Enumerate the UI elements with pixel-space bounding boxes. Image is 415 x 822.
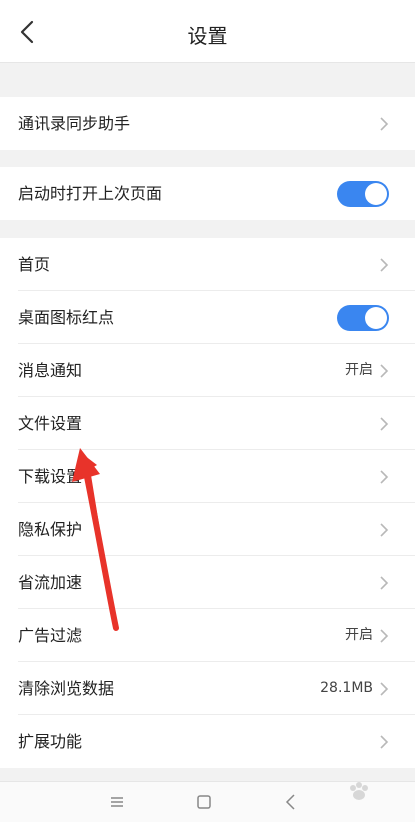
setting-label: 首页 [18,255,51,274]
setting-label: 通讯录同步助手 [18,114,131,133]
setting-label: 广告过滤 [18,626,83,645]
page-title: 设置 [187,24,228,48]
setting-value: 开启 [345,627,373,643]
setting-row-open-last-page[interactable]: 启动时打开上次页面 [0,167,415,220]
setting-row-privacy[interactable]: 隐私保护 [0,503,415,556]
settings-group-main: 首页 桌面图标红点 消息通知 开启 文件设置 下载设置 隐私保护 省流加速 广告… [0,238,415,768]
settings-group-sync: 通讯录同步助手 [0,97,415,150]
chevron-right-icon [380,364,389,378]
chevron-right-icon [380,470,389,484]
setting-label: 扩展功能 [18,732,83,751]
menu-icon[interactable] [105,790,129,814]
setting-row-data-saver[interactable]: 省流加速 [0,556,415,609]
setting-row-download-settings[interactable]: 下载设置 [0,450,415,503]
setting-label: 文件设置 [18,414,83,433]
home-square-icon[interactable] [192,790,216,814]
header-bar: 设置 [0,0,415,63]
open-last-page-toggle[interactable] [337,181,389,207]
setting-row-extensions[interactable]: 扩展功能 [0,715,415,768]
setting-label: 消息通知 [18,361,83,380]
setting-row-file-settings[interactable]: 文件设置 [0,397,415,450]
setting-value: 开启 [345,362,373,378]
setting-label: 省流加速 [18,573,83,592]
setting-label: 下载设置 [18,467,83,486]
chevron-right-icon [380,417,389,431]
setting-row-ad-filter[interactable]: 广告过滤 开启 [0,609,415,662]
toggle-knob [365,307,387,329]
setting-row-icon-badge[interactable]: 桌面图标红点 [0,291,415,344]
chevron-right-icon [380,117,389,131]
setting-label: 清除浏览数据 [18,679,115,698]
chevron-right-icon [380,523,389,537]
chevron-right-icon [380,735,389,749]
toggle-knob [365,183,387,205]
chevron-right-icon [380,258,389,272]
chevron-right-icon [380,576,389,590]
setting-label: 启动时打开上次页面 [18,184,163,203]
setting-label: 桌面图标红点 [18,308,115,327]
paw-logo-icon [350,782,368,800]
setting-row-homepage[interactable]: 首页 [0,238,415,291]
setting-row-notifications[interactable]: 消息通知 开启 [0,344,415,397]
setting-row-contacts-sync[interactable]: 通讯录同步助手 [0,97,415,150]
settings-group-startup: 启动时打开上次页面 [0,167,415,220]
chevron-right-icon [380,682,389,696]
setting-value: 28.1MB [320,680,373,696]
setting-label: 隐私保护 [18,520,83,539]
chevron-right-icon [380,629,389,643]
setting-row-clear-data[interactable]: 清除浏览数据 28.1MB [0,662,415,715]
back-nav-icon[interactable] [279,790,303,814]
icon-badge-toggle[interactable] [337,305,389,331]
baidu-jingyan-watermark [319,778,409,816]
